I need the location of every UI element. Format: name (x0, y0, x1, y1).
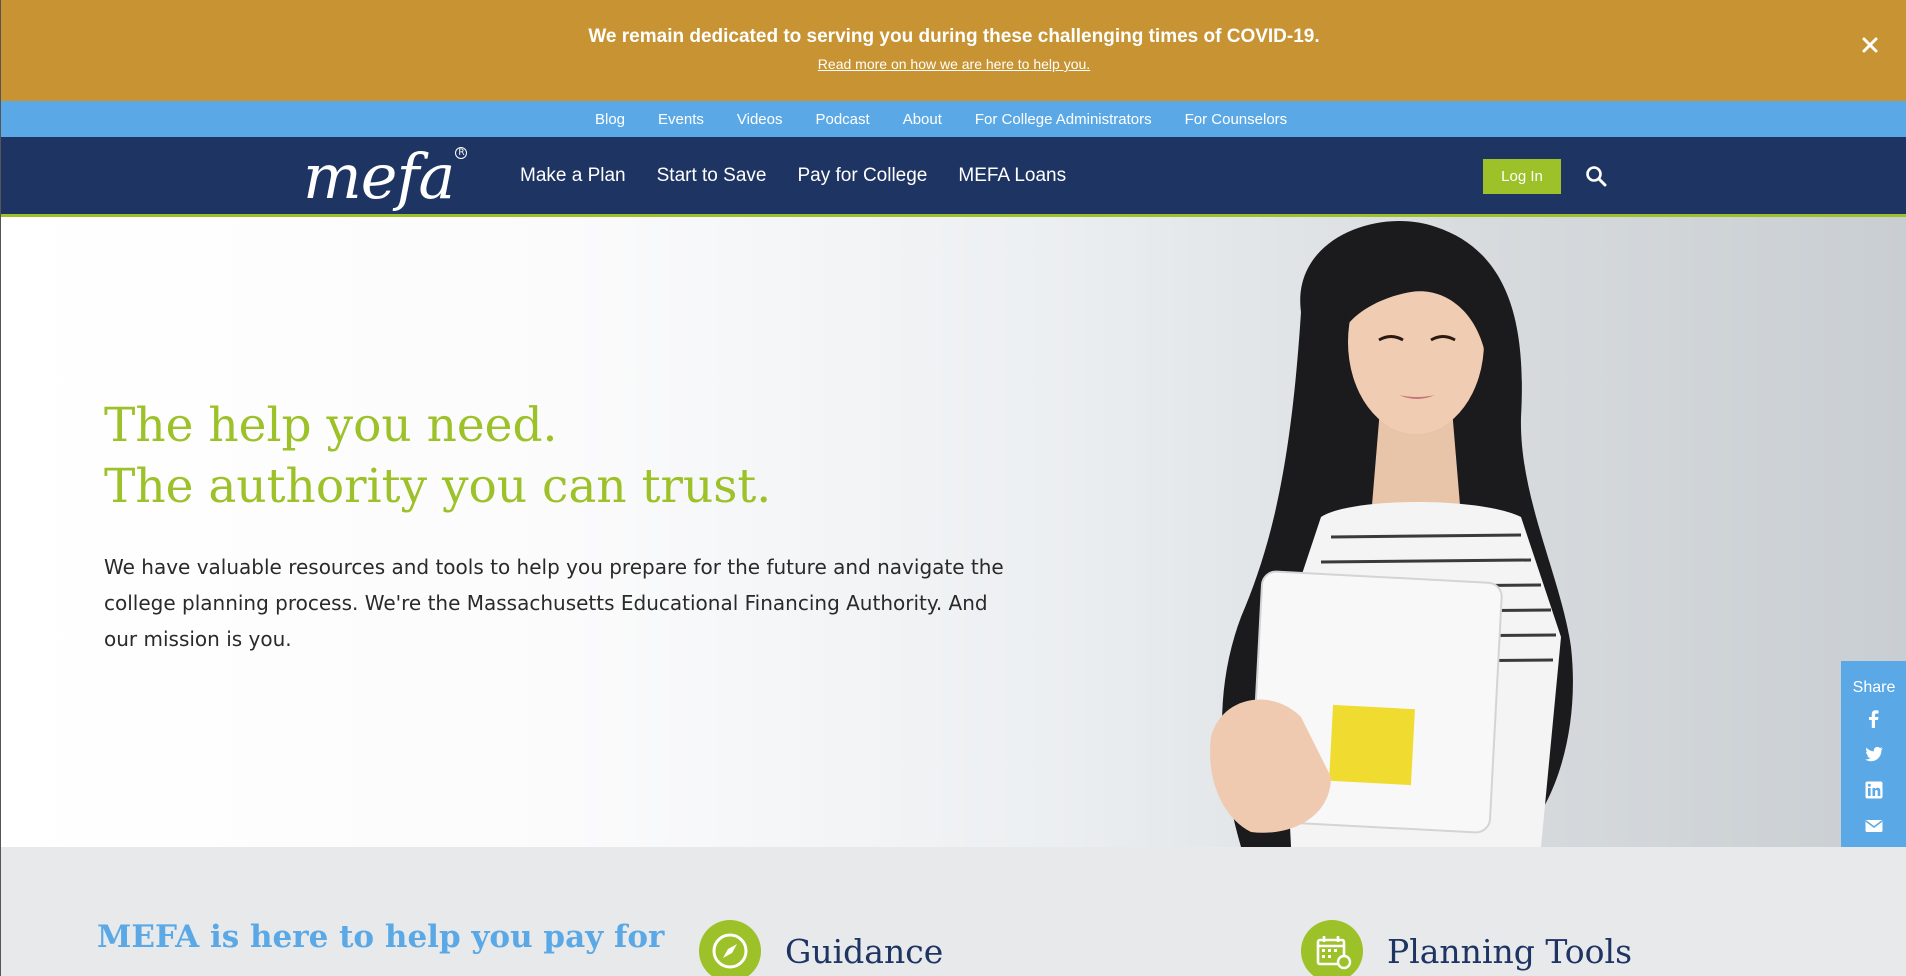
feature-card-planning-tools[interactable]: Planning Tools (1301, 920, 1632, 976)
features-heading: MEFA is here to help you pay for (97, 919, 665, 955)
nav-pay-for-college[interactable]: Pay for College (797, 165, 927, 187)
hero-description: We have valuable resources and tools to … (104, 555, 1004, 651)
features-section: MEFA is here to help you pay for Guidanc… (1, 847, 1906, 976)
search-icon[interactable] (1585, 165, 1607, 187)
utility-link-blog[interactable]: Blog (595, 111, 625, 128)
hero-section: The help you need. The authority you can… (1, 217, 1906, 847)
utility-link-videos[interactable]: Videos (737, 111, 783, 128)
utility-link-counselors[interactable]: For Counselors (1185, 111, 1288, 128)
covid-alert-banner: We remain dedicated to serving you durin… (1, 0, 1906, 101)
close-icon[interactable] (1859, 34, 1881, 56)
utility-link-college-administrators[interactable]: For College Administrators (975, 111, 1152, 128)
hero-title: The help you need. The authority you can… (104, 395, 771, 517)
feature-title-planning-tools: Planning Tools (1387, 931, 1633, 971)
nav-start-to-save[interactable]: Start to Save (657, 165, 767, 187)
alert-read-more-link[interactable]: Read more on how we are here to help you… (1, 56, 1906, 72)
hero-title-line-1: The help you need. (104, 398, 558, 453)
login-button[interactable]: Log In (1483, 159, 1561, 194)
nav-make-a-plan[interactable]: Make a Plan (520, 165, 626, 187)
share-sidebar: Share (1841, 661, 1906, 859)
linkedin-icon[interactable] (1865, 781, 1883, 799)
hero-student-photo (1210, 220, 1573, 847)
main-nav-bar: mefa R Make a Plan Start to Save Pay for… (1, 137, 1906, 217)
registered-mark-icon: R (455, 147, 467, 159)
nav-mefa-loans[interactable]: MEFA Loans (958, 165, 1066, 187)
utility-nav: Blog Events Videos Podcast About For Col… (595, 101, 1320, 137)
calendar-icon (1301, 920, 1363, 976)
feature-title-guidance: Guidance (785, 931, 944, 971)
primary-nav: Make a Plan Start to Save Pay for Colleg… (520, 137, 1097, 214)
mefa-logo[interactable]: mefa R (303, 140, 467, 213)
alert-message: We remain dedicated to serving you durin… (588, 26, 1320, 47)
compass-icon (699, 920, 761, 976)
facebook-icon[interactable] (1865, 710, 1883, 728)
email-icon[interactable] (1865, 817, 1883, 835)
logo-text: mefa (303, 140, 455, 213)
share-label: Share (1852, 679, 1896, 696)
utility-link-about[interactable]: About (903, 111, 942, 128)
utility-link-podcast[interactable]: Podcast (815, 111, 869, 128)
feature-card-guidance[interactable]: Guidance (699, 920, 943, 976)
twitter-icon[interactable] (1865, 745, 1883, 763)
hero-title-line-2: The authority you can trust. (104, 459, 772, 514)
utility-link-events[interactable]: Events (658, 111, 704, 128)
utility-nav-bar: Blog Events Videos Podcast About For Col… (1, 101, 1906, 137)
